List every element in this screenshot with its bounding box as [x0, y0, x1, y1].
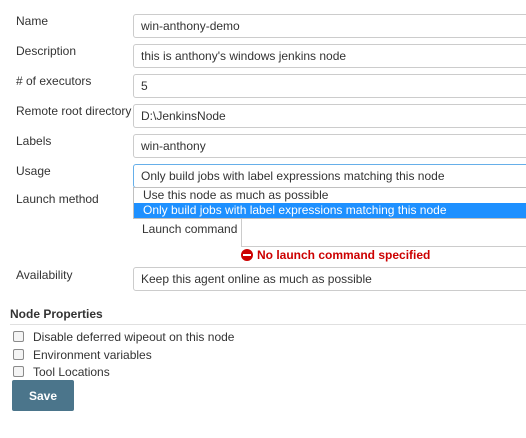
remote-root-label: Remote root directory [16, 104, 132, 118]
checkbox[interactable] [13, 366, 24, 377]
property-disable-deferred-wipeout[interactable]: Disable deferred wipeout on this node [13, 330, 234, 346]
usage-option-as-much-as-possible[interactable]: Use this node as much as possible [134, 188, 526, 203]
checkbox[interactable] [13, 331, 24, 342]
property-label: Disable deferred wipeout on this node [33, 330, 235, 344]
labels-input[interactable]: win-anthony [133, 134, 526, 158]
node-properties-heading: Node Properties [10, 307, 103, 321]
error-text: No launch command specified [257, 248, 431, 262]
description-input[interactable]: this is anthony's windows jenkins node [133, 44, 526, 68]
name-input[interactable]: win-anthony-demo [133, 14, 526, 38]
launch-command-error: No launch command specified [241, 248, 430, 262]
save-button[interactable]: Save [12, 380, 74, 411]
launch-command-label: Launch command [142, 222, 238, 236]
remote-root-input[interactable]: D:\JenkinsNode [133, 104, 526, 128]
property-environment-variables[interactable]: Environment variables [13, 348, 152, 364]
usage-label: Usage [16, 164, 51, 178]
launch-command-input[interactable] [241, 219, 526, 247]
executors-input[interactable]: 5 [133, 74, 526, 98]
availability-select[interactable]: Keep this agent online as much as possib… [133, 267, 526, 291]
executors-label: # of executors [16, 74, 92, 88]
checkbox[interactable] [13, 349, 24, 360]
section-divider [10, 324, 526, 325]
property-label: Environment variables [33, 348, 152, 362]
usage-dropdown-list: Use this node as much as possible Only b… [133, 187, 526, 219]
usage-select[interactable]: Only build jobs with label expressions m… [133, 164, 526, 188]
description-label: Description [16, 44, 77, 58]
launch-method-label: Launch method [16, 192, 99, 206]
labels-label: Labels [16, 134, 52, 148]
error-icon [241, 249, 253, 261]
usage-option-label-expressions[interactable]: Only build jobs with label expressions m… [134, 203, 526, 218]
availability-label: Availability [16, 268, 73, 282]
name-label: Name [16, 14, 49, 28]
property-label: Tool Locations [33, 365, 110, 379]
property-tool-locations[interactable]: Tool Locations [13, 365, 110, 381]
